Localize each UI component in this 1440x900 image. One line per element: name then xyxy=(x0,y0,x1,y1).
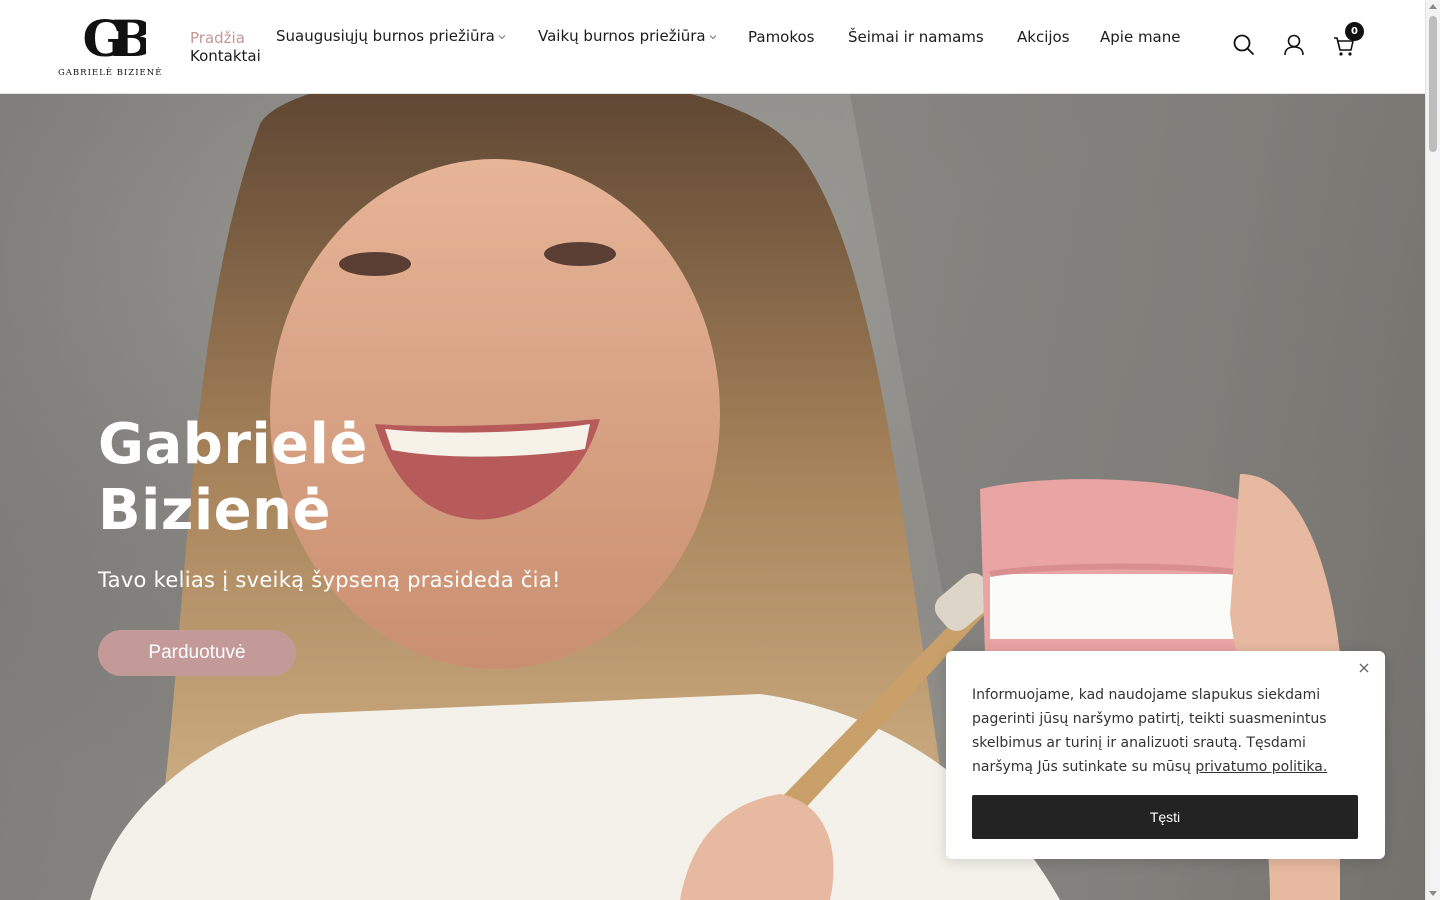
search-icon[interactable] xyxy=(1229,30,1259,60)
logo[interactable]: GB GABRIELĖ BIZIENĖ xyxy=(58,12,162,82)
close-icon[interactable] xyxy=(1357,661,1371,675)
hero-title: Gabrielė Bizienė xyxy=(98,412,368,544)
svg-text:GB: GB xyxy=(83,12,146,64)
nav-item-label: Vaikų burnos priežiūra xyxy=(538,27,706,45)
cart-button[interactable]: 0 xyxy=(1329,22,1364,60)
scroll-up-arrow-icon[interactable] xyxy=(1429,4,1437,9)
shop-button[interactable]: Parduotuvė xyxy=(98,630,296,676)
nav-item-vaiku[interactable]: Vaikų burnos priežiūra xyxy=(538,26,717,46)
nav-item-pamokos[interactable]: Pamokos xyxy=(748,27,815,47)
hero-title-line1: Gabrielė xyxy=(98,412,368,477)
account-icon[interactable] xyxy=(1279,30,1309,60)
site-header: GB GABRIELĖ BIZIENĖ Pradžia Suaugusiųjų … xyxy=(0,0,1425,94)
chevron-down-icon xyxy=(498,34,506,39)
chevron-down-icon xyxy=(709,34,716,39)
hero-title-line2: Bizienė xyxy=(98,478,331,543)
nav-item-akcijos[interactable]: Akcijos xyxy=(1017,27,1070,47)
logo-monogram: GB xyxy=(83,12,146,64)
nav-item-seimai[interactable]: Šeimai ir namams xyxy=(848,27,984,47)
nav-item-apie-mane[interactable]: Apie mane xyxy=(1100,27,1181,47)
logo-name: GABRIELĖ BIZIENĖ xyxy=(58,68,163,78)
nav-item-kontaktai[interactable]: Kontaktai xyxy=(190,46,261,66)
privacy-policy-link[interactable]: privatumo politika. xyxy=(1195,759,1327,775)
scroll-thumb[interactable] xyxy=(1429,16,1437,152)
cart-count-badge: 0 xyxy=(1345,22,1364,41)
cookie-message: Informuojame, kad naudojame slapukus sie… xyxy=(972,683,1352,779)
nav-item-label: Suaugusiųjų burnos priežiūra xyxy=(276,27,495,45)
nav-item-suaugusiuju[interactable]: Suaugusiųjų burnos priežiūra xyxy=(276,26,506,46)
hero-subtitle: Tavo kelias į sveiką šypseną prasideda č… xyxy=(98,568,561,592)
cookie-banner: Informuojame, kad naudojame slapukus sie… xyxy=(946,651,1385,859)
cookie-continue-button[interactable]: Tęsti xyxy=(972,795,1358,839)
page-scrollbar[interactable] xyxy=(1425,0,1440,900)
nav-item-pradzia[interactable]: Pradžia xyxy=(190,28,245,48)
scroll-down-arrow-icon[interactable] xyxy=(1429,891,1437,896)
